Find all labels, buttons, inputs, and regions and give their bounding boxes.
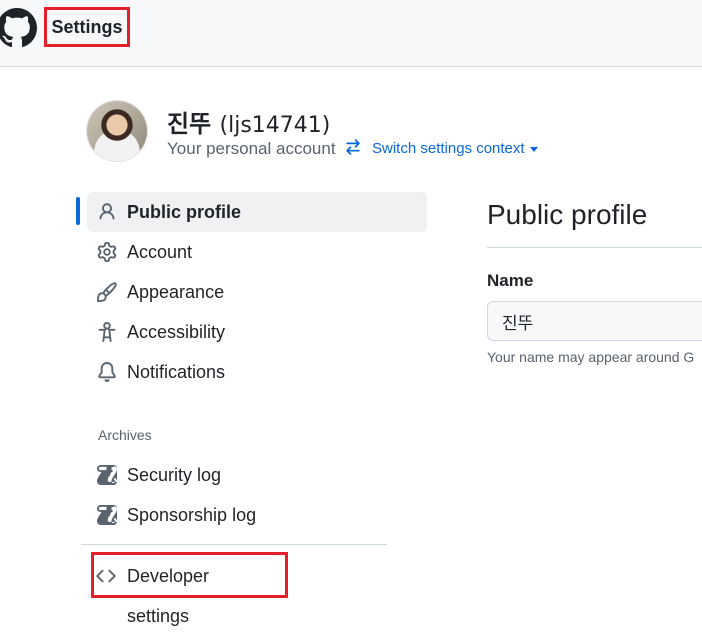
log-icon — [97, 505, 117, 525]
display-name-text: 진뚜 — [167, 110, 212, 138]
sidebar-item-public-profile[interactable]: Public profile — [87, 192, 427, 232]
main-title-divider — [487, 247, 702, 248]
name-input[interactable] — [487, 301, 702, 341]
arrow-switch-icon — [346, 139, 360, 155]
sidebar-item-appearance[interactable]: Appearance — [87, 272, 427, 312]
caret-down-icon — [529, 146, 538, 152]
sidebar-item-label: Developer settings — [127, 566, 210, 626]
name-field-label: Name — [487, 271, 534, 290]
sidebar-divider — [81, 544, 387, 545]
active-nav-indicator — [76, 197, 80, 225]
archives-heading: Archives — [98, 427, 152, 443]
gear-icon — [97, 242, 117, 262]
user-login-text: (ljs14741) — [219, 113, 331, 138]
sidebar-item-label: Security log — [127, 465, 222, 485]
sidebar-item-label: Accessibility — [127, 322, 226, 342]
sidebar-item-account[interactable]: Account — [87, 232, 427, 272]
user-display-name: 진뚜 (ljs14741) — [167, 104, 330, 139]
sidebar-item-label: Account — [127, 242, 193, 262]
top-bar: Settings — [0, 0, 702, 67]
person-icon — [99, 203, 115, 220]
paintbrush-icon — [97, 282, 117, 302]
page-title: Settings — [44, 7, 130, 47]
sidebar-item-label: Sponsorship log — [127, 505, 257, 525]
account-type-text: Your personal account — [167, 139, 336, 158]
sidebar-item-label: Public profile — [127, 202, 242, 222]
bell-icon — [98, 362, 116, 382]
sidebar-item-notifications[interactable]: Notifications — [87, 352, 427, 392]
sidebar-item-security-log[interactable]: Security log — [87, 455, 427, 495]
code-icon — [96, 569, 116, 583]
switch-settings-context-link[interactable]: Switch settings context — [372, 140, 538, 157]
github-logo-icon[interactable] — [0, 8, 37, 48]
sidebar-item-label: Appearance — [127, 282, 225, 302]
sidebar-item-sponsorship-log[interactable]: Sponsorship log — [87, 495, 427, 535]
switch-context-label: Switch settings context — [372, 140, 525, 157]
sidebar-item-label: Notifications — [127, 362, 226, 382]
accessibility-icon — [98, 322, 116, 342]
main-page-title: Public profile — [487, 199, 648, 230]
sidebar-item-accessibility[interactable]: Accessibility — [87, 312, 427, 352]
log-icon — [97, 465, 117, 485]
avatar[interactable] — [87, 101, 147, 161]
name-field-note: Your name may appear around G — [487, 349, 695, 365]
